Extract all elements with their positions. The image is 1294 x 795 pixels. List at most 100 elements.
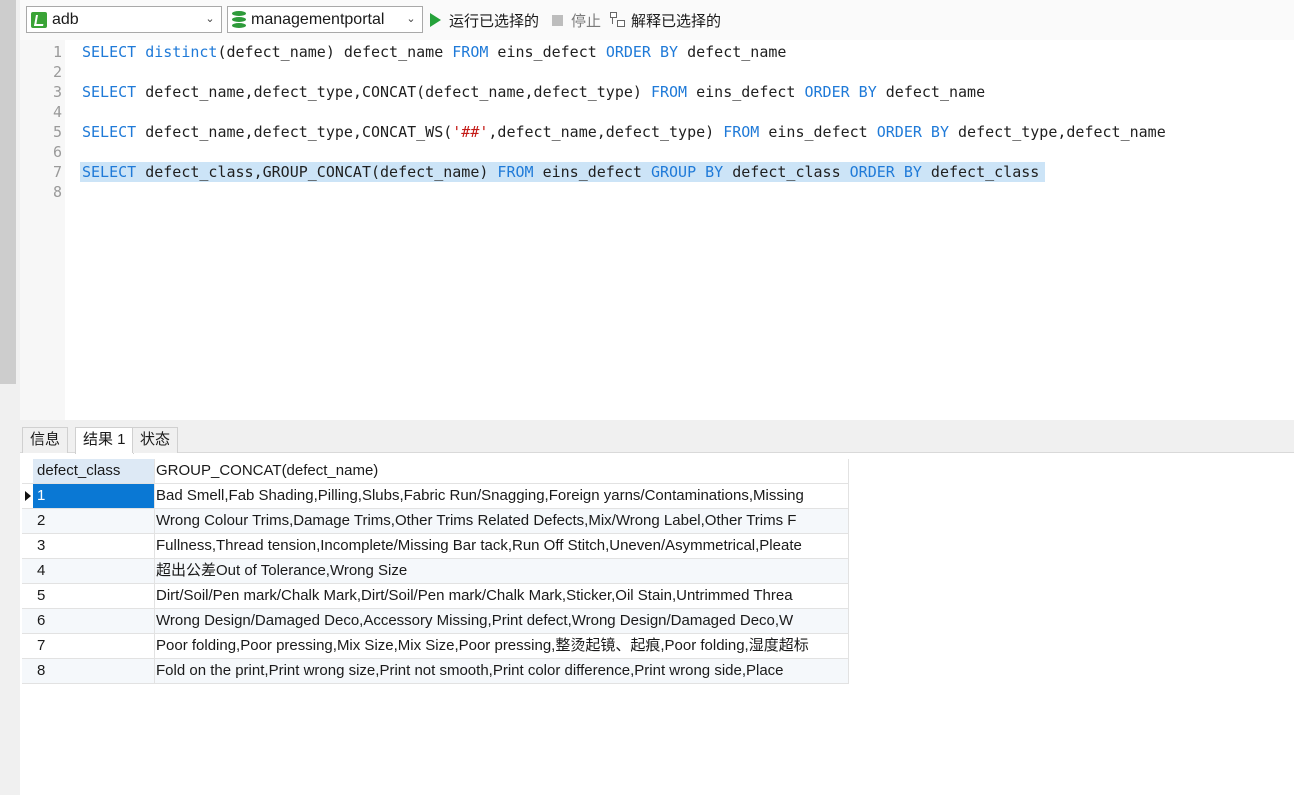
stop-button[interactable]: 停止 [552, 9, 601, 31]
column-header-defect-class[interactable]: defect_class [33, 459, 155, 484]
row-indicator[interactable] [22, 584, 33, 609]
cell-group-concat[interactable]: Wrong Design/Damaged Deco,Accessory Miss… [155, 609, 849, 634]
table-row[interactable]: 1 Bad Smell,Fab Shading,Pilling,Slubs,Fab… [22, 484, 849, 509]
run-selected-label: 运行已选择的 [449, 12, 540, 30]
tab-info[interactable]: 信息 [22, 427, 69, 453]
code-text: SELECT defect_class,GROUP_CONCAT(defect_… [82, 162, 1039, 182]
sql-token: defect_name [678, 43, 787, 61]
sql-string: '##' [452, 123, 489, 141]
explain-selected-button[interactable]: 解释已选择的 [610, 9, 721, 31]
line-number: 3 [52, 83, 62, 101]
code-line[interactable]: 6 [20, 142, 1294, 162]
cell-group-concat[interactable]: Fold on the print,Print wrong size,Print… [155, 659, 849, 684]
sql-keyword: GROUP BY [650, 163, 724, 181]
table-row[interactable]: 8 Fold on the print,Print wrong size,Prin… [22, 659, 849, 684]
stop-label: 停止 [571, 12, 602, 30]
connection-icon [31, 11, 47, 28]
code-line[interactable]: 2 [20, 62, 1294, 82]
play-icon [430, 13, 441, 27]
cell-defect-class[interactable]: 3 [33, 534, 155, 559]
database-select[interactable]: managementportal ⌄ [227, 6, 423, 33]
line-number: 4 [52, 103, 62, 121]
sql-keyword: SELECT [82, 123, 137, 141]
sql-token: eins_defect [533, 163, 651, 181]
line-number: 2 [52, 63, 62, 81]
cell-defect-class[interactable]: 8 [33, 659, 155, 684]
cell-group-concat[interactable]: Poor folding,Poor pressing,Mix Size,Mix … [155, 634, 849, 659]
code-text: SELECT distinct(defect_name) defect_name… [82, 42, 786, 62]
query-toolbar: adb ⌄ managementportal ⌄ 运行已选择的 停止 解释已选择… [20, 0, 1294, 40]
row-indicator[interactable] [22, 509, 33, 534]
table-row[interactable]: 6 Wrong Design/Damaged Deco,Accessory Mis… [22, 609, 849, 634]
explain-icon [610, 12, 626, 28]
cell-defect-class[interactable]: 1 [33, 484, 155, 509]
sql-keyword: ORDER BY [804, 83, 877, 101]
sql-token: defect_type,defect_name [948, 123, 1166, 141]
cell-group-concat[interactable]: Wrong Colour Trims,Damage Trims,Other Tr… [155, 509, 849, 534]
cell-defect-class[interactable]: 5 [33, 584, 155, 609]
sql-editor[interactable]: 1 SELECT distinct(defect_name) defect_nam… [20, 40, 1294, 420]
code-text: SELECT defect_name,defect_type,CONCAT(de… [82, 82, 985, 102]
line-number: 7 [52, 163, 62, 181]
sql-keyword: FROM [497, 163, 534, 181]
sql-token: ,defect_name,defect_type) [488, 123, 724, 141]
sql-token: eins_defect [687, 83, 805, 101]
cell-defect-class[interactable]: 4 [33, 559, 155, 584]
cell-group-concat[interactable]: Bad Smell,Fab Shading,Pilling,Slubs,Fabr… [155, 484, 849, 509]
sql-keyword: FROM [452, 43, 489, 61]
sql-keyword: ORDER BY [849, 163, 922, 181]
tab-result-1[interactable]: 结果 1 [75, 427, 134, 454]
cell-defect-class[interactable]: 6 [33, 609, 155, 634]
code-text: SELECT defect_name,defect_type,CONCAT_WS… [82, 122, 1166, 142]
sql-token: defect_class,GROUP_CONCAT(defect_name) [136, 163, 498, 181]
sql-keyword: ORDER BY [605, 43, 679, 61]
database-icon [232, 11, 246, 28]
row-indicator[interactable] [22, 609, 33, 634]
cell-group-concat[interactable]: Fullness,Thread tension,Incomplete/Missi… [155, 534, 849, 559]
table-row[interactable]: 2 Wrong Colour Trims,Damage Trims,Other T… [22, 509, 849, 534]
cell-defect-class[interactable]: 2 [33, 509, 155, 534]
cell-defect-class[interactable]: 7 [33, 634, 155, 659]
sql-token: defect_name,defect_type,CONCAT_WS( [136, 123, 453, 141]
code-line[interactable]: 4 [20, 102, 1294, 122]
table-row[interactable]: 3 Fullness,Thread tension,Incomplete/Miss… [22, 534, 849, 559]
row-indicator[interactable] [22, 534, 33, 559]
cell-group-concat[interactable]: 超出公差Out of Tolerance,Wrong Size [155, 559, 849, 584]
cell-group-concat[interactable]: Dirt/Soil/Pen mark/Chalk Mark,Dirt/Soil/… [155, 584, 849, 609]
row-indicator[interactable] [22, 484, 33, 509]
code-line[interactable]: 3 SELECT defect_name,defect_type,CONCAT(d… [20, 82, 1294, 102]
row-indicator[interactable] [22, 559, 33, 584]
chevron-down-icon[interactable]: ⌄ [404, 10, 418, 28]
sql-keyword: SELECT [82, 43, 137, 61]
tab-status[interactable]: 状态 [132, 427, 179, 453]
stop-icon [552, 14, 563, 26]
code-line[interactable]: 5 SELECT defect_name,defect_type,CONCAT_W… [20, 122, 1294, 142]
table-row[interactable]: 5 Dirt/Soil/Pen mark/Chalk Mark,Dirt/Soil… [22, 584, 849, 609]
table-header-row: defect_class GROUP_CONCAT(defect_name) [22, 459, 849, 484]
sql-keyword: SELECT [82, 163, 137, 181]
left-scrollbar[interactable] [0, 0, 16, 384]
sql-keyword: ORDER BY [876, 123, 949, 141]
table-row[interactable]: 7 Poor folding,Poor pressing,Mix Size,Mix… [22, 634, 849, 659]
sql-token: eins_defect [488, 43, 606, 61]
chevron-down-icon[interactable]: ⌄ [203, 10, 217, 28]
result-tabs: 信息 结果 1 状态 [20, 426, 1294, 454]
row-indicator[interactable] [22, 634, 33, 659]
row-indicator-header [22, 459, 33, 484]
row-indicator[interactable] [22, 659, 33, 684]
column-header-group-concat[interactable]: GROUP_CONCAT(defect_name) [155, 459, 849, 484]
sql-keyword: SELECT [82, 83, 137, 101]
sql-token: eins_defect [759, 123, 877, 141]
line-number: 6 [52, 143, 62, 161]
code-line[interactable]: 7 SELECT defect_class,GROUP_CONCAT(defect… [20, 162, 1294, 182]
sql-keyword: distinct [145, 43, 218, 61]
sql-token: defect_name [876, 83, 986, 101]
code-line[interactable]: 8 [20, 182, 1294, 202]
left-panel-strip [0, 0, 20, 795]
code-line[interactable]: 1 SELECT distinct(defect_name) defect_nam… [20, 42, 1294, 62]
sql-keyword: FROM [723, 123, 760, 141]
run-selected-button[interactable]: 运行已选择的 [430, 9, 539, 31]
database-label: managementportal [251, 10, 385, 28]
table-row[interactable]: 4 超出公差Out of Tolerance,Wrong Size [22, 559, 849, 584]
connection-select[interactable]: adb ⌄ [26, 6, 222, 33]
